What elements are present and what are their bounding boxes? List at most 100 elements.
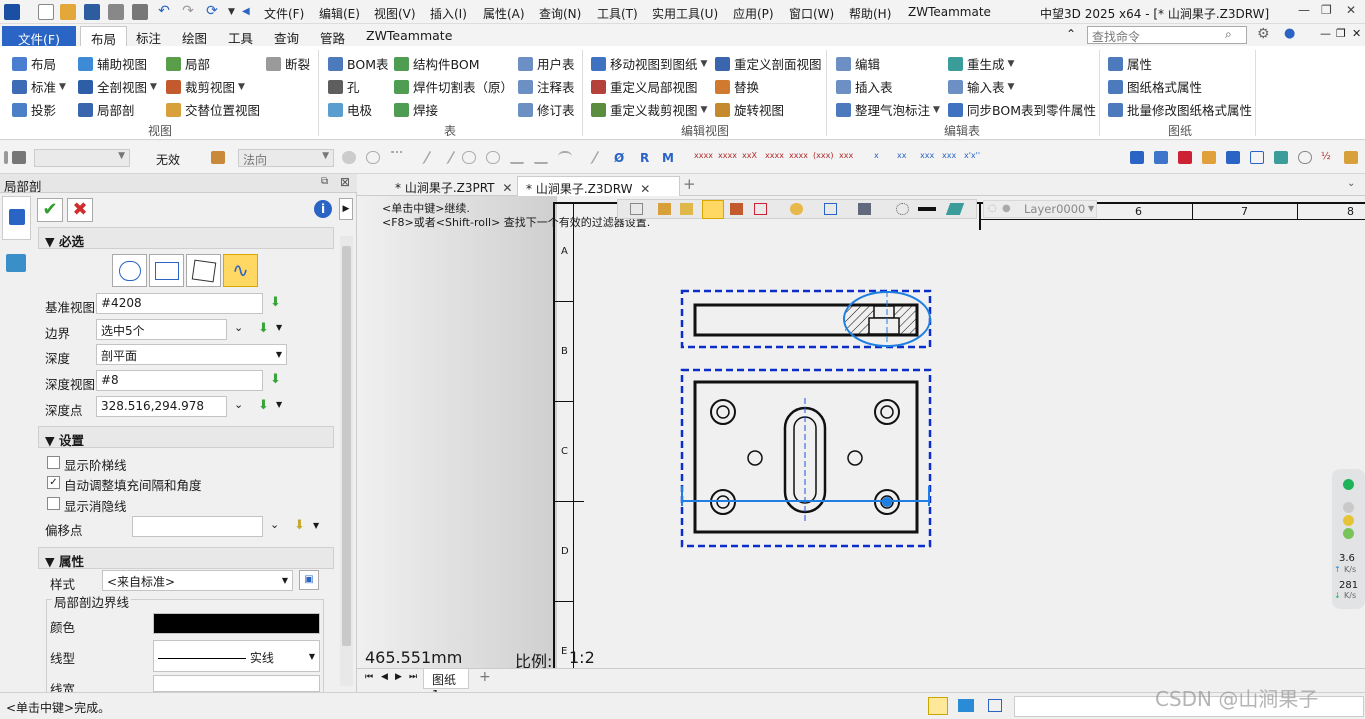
pick-arrow-icon[interactable]: ⬇ <box>258 399 272 413</box>
alternate-position-button[interactable]: 交替位置视图 <box>166 100 260 119</box>
section-icon[interactable] <box>896 203 909 215</box>
add-sheet-icon[interactable]: + <box>479 669 491 685</box>
structure-bom-button[interactable]: 结构件BOM <box>394 54 479 73</box>
diameter-icon[interactable]: Ø <box>614 151 624 165</box>
snap-gear-icon[interactable] <box>342 151 356 164</box>
line2-icon[interactable] <box>434 151 456 164</box>
mode-polygon-button[interactable] <box>186 254 221 287</box>
tolerance-icon[interactable]: xxx <box>920 151 934 160</box>
dim-format-icon[interactable]: xxX <box>742 151 757 160</box>
detail-view-button[interactable]: 局部 <box>166 54 210 73</box>
pick-tool-icon[interactable] <box>730 203 743 215</box>
mode-rectangle-button[interactable] <box>149 254 184 287</box>
close-icon[interactable]: ✕ <box>1346 3 1356 17</box>
display-mode-icon[interactable] <box>858 203 871 215</box>
confirm-button[interactable]: ✔ <box>37 198 63 222</box>
full-section-button[interactable]: 全剖视图 ▼ <box>78 77 157 96</box>
section-attributes[interactable]: ▼ 属性 <box>38 547 334 569</box>
bracket-icon[interactable] <box>824 203 837 215</box>
filter-combo[interactable]: ▼ <box>34 149 130 167</box>
next-sheet-icon[interactable]: ▶ <box>395 672 402 682</box>
tolerance-icon[interactable]: x'x'' <box>964 151 980 160</box>
expand-chevron-icon[interactable]: ⌄ <box>270 518 279 531</box>
frame-icon[interactable] <box>1250 151 1264 164</box>
menu-query[interactable]: 查询(N) <box>539 5 581 22</box>
layer-stack-icon[interactable] <box>945 203 965 215</box>
layout-button[interactable]: 布局 <box>12 54 56 73</box>
weld-table-button[interactable]: 焊接 <box>394 100 438 119</box>
sheet-properties-button[interactable]: 属性 <box>1108 54 1152 73</box>
pick-arrow-icon[interactable]: ⬇ <box>270 296 284 310</box>
settings-gear-icon[interactable]: ⚙ <box>1257 26 1270 42</box>
revision-table-button[interactable]: 修订表 <box>518 100 575 119</box>
screen-icon[interactable] <box>1274 151 1288 164</box>
tab-layout[interactable]: 布局 <box>80 26 128 47</box>
dim-format-icon[interactable]: xxxx <box>718 151 737 160</box>
redefine-detail-button[interactable]: 重定义局部视图 <box>591 77 698 96</box>
dim-format-icon[interactable]: xxx <box>839 151 853 160</box>
boundary-field[interactable]: 选中5个 <box>96 319 227 340</box>
sheet-tab-1[interactable]: 图纸1 <box>423 669 469 702</box>
last-sheet-icon[interactable]: ⏭ <box>409 672 417 682</box>
filter-icon[interactable] <box>12 151 26 164</box>
depth-point-field[interactable]: 328.516,294.978 <box>96 396 227 417</box>
aux-view-button[interactable]: 辅助视图 <box>78 54 147 73</box>
dim-format-icon[interactable]: xxxx <box>694 151 713 160</box>
sheet-format-properties-button[interactable]: 图纸格式属性 <box>1108 77 1202 96</box>
new-tab-icon[interactable]: + <box>683 175 696 193</box>
hole-table-button[interactable]: 孔 <box>328 77 360 96</box>
circle-center-icon[interactable] <box>462 151 476 164</box>
brush-icon[interactable] <box>680 203 693 215</box>
menu-attribute[interactable]: 属性(A) <box>483 5 525 22</box>
measure-m-icon[interactable]: M <box>662 151 674 165</box>
panel-close-icon[interactable]: ⊠ <box>340 175 350 189</box>
minimize-icon[interactable]: — <box>1298 3 1310 17</box>
section-required[interactable]: ▼ 必选 <box>38 227 334 249</box>
tab-zwteammate[interactable]: ZWTeammate <box>356 26 462 46</box>
pick-arrow-icon[interactable]: ⬇ <box>258 322 272 336</box>
help-icon[interactable]: ● <box>1284 26 1295 41</box>
annotation-table-button[interactable]: 注释表 <box>518 77 575 96</box>
show-hidden-lines-checkbox[interactable] <box>47 497 60 510</box>
tab-annotate[interactable]: 标注 <box>126 26 171 46</box>
play-icon[interactable] <box>366 151 380 164</box>
render-icon[interactable] <box>790 203 803 215</box>
collapse-ribbon-icon[interactable]: ⌃ <box>1066 27 1076 41</box>
panel-scrollbar[interactable] <box>340 236 353 686</box>
menu-insert[interactable]: 插入(I) <box>430 5 467 22</box>
style-select[interactable]: <来自标准> ▼ <box>102 570 293 591</box>
first-sheet-icon[interactable]: ⏮ <box>365 672 373 682</box>
paint-icon[interactable] <box>1202 151 1216 164</box>
regen-icon[interactable]: ⟳ <box>204 4 220 20</box>
weld-cut-table-button[interactable]: 焊件切割表（原） <box>394 77 513 96</box>
linetype-select[interactable]: 实线 ▼ <box>153 640 320 672</box>
tolerance-icon[interactable]: xxx <box>942 151 956 160</box>
batch-modify-format-button[interactable]: 批量修改图纸格式属性 <box>1108 100 1252 119</box>
tab-file[interactable]: 文件(F) <box>2 26 76 47</box>
ribbon-minimize-icon[interactable]: — <box>1320 27 1331 40</box>
dim-format-icon[interactable]: xxxx <box>765 151 784 160</box>
search-icon[interactable]: ⌕ <box>1225 27 1232 42</box>
redefine-crop-button[interactable]: 重定义裁剪视图 ▼ <box>591 100 707 119</box>
save-style-icon[interactable]: ▣ <box>299 570 319 590</box>
arrange-balloon-button[interactable]: 整理气泡标注 ▼ <box>836 100 940 119</box>
pick-filter-icon[interactable] <box>211 151 225 164</box>
curve-icon[interactable] <box>510 151 524 164</box>
side-tab-library-icon[interactable] <box>6 254 26 272</box>
panel-expand-icon[interactable]: ▶ <box>339 198 353 220</box>
menu-zwteammate[interactable]: ZWTeammate <box>908 5 991 19</box>
top-view[interactable] <box>680 368 932 548</box>
show-step-lines-checkbox[interactable] <box>47 456 60 469</box>
tab-list-icon[interactable]: ⌄ <box>1347 178 1355 189</box>
menu-apps[interactable]: 应用(P) <box>733 5 774 22</box>
redefine-section-button[interactable]: 重定义剖面视图 <box>715 54 822 73</box>
auto-hatch-checkbox[interactable]: ✓ <box>47 476 60 489</box>
redo-icon[interactable]: ↷ <box>180 4 196 20</box>
wave-icon[interactable] <box>534 151 548 164</box>
depth-view-field[interactable]: #8 <box>96 370 263 391</box>
pick-arrow-icon[interactable]: ⬇ <box>294 519 308 533</box>
broken-out-section-button[interactable]: 局部剖 <box>78 100 135 119</box>
dim-format-icon[interactable]: (xxx) <box>813 151 833 160</box>
status-list-icon[interactable] <box>988 699 1002 712</box>
regenerate-button[interactable]: 重生成 ▼ <box>948 54 1014 73</box>
